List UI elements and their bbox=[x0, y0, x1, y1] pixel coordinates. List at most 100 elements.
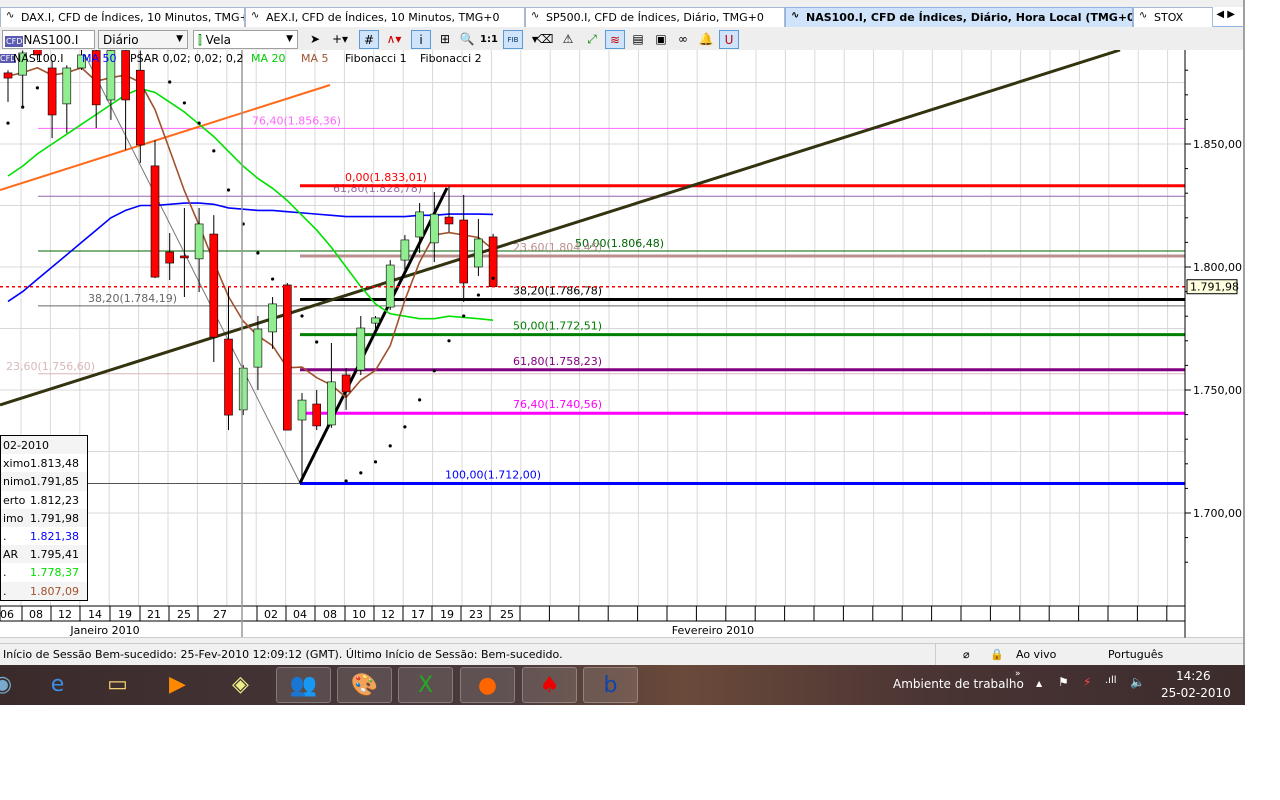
info-value: 1.807,09 bbox=[30, 584, 79, 598]
chart-window-icon[interactable]: ▣ bbox=[651, 30, 671, 49]
y-axis-label: 1.750,00 bbox=[1193, 384, 1242, 397]
template-icon[interactable]: ▤ bbox=[628, 30, 648, 49]
info-icon[interactable]: i bbox=[411, 30, 431, 49]
info-value: 1.812,23 bbox=[30, 493, 79, 507]
info-label: . bbox=[3, 566, 7, 580]
info-value: 1.791,85 bbox=[30, 475, 79, 489]
info-row: nimo 1.791,85 bbox=[1, 472, 87, 491]
zoom-icon[interactable]: 🔍 bbox=[457, 30, 477, 49]
psar-dot bbox=[447, 339, 451, 343]
volume-icon[interactable]: 🔈 bbox=[1130, 675, 1145, 689]
legend-psar[interactable]: PSAR 0,02; 0,02; 0,2 bbox=[130, 52, 243, 65]
fib2-level-label: 38,20(1.784,19) bbox=[88, 292, 177, 305]
legend-ma50[interactable]: MA 50 bbox=[82, 52, 117, 65]
legend-fib1[interactable]: Fibonacci 1 bbox=[345, 52, 407, 65]
candle-body bbox=[62, 67, 72, 105]
candle-body bbox=[282, 284, 292, 431]
candle bbox=[180, 207, 189, 298]
indicator-icon[interactable]: ∧▾ bbox=[384, 30, 404, 49]
system-tray: Ambiente de trabalho » ▲ ⚑ ⚡ .ıll 🔈 14:2… bbox=[0, 665, 1245, 705]
candle-body bbox=[297, 399, 307, 421]
tab-nas100[interactable]: ∿ NAS100.I, CFD de Índices, Diário, Hora … bbox=[785, 7, 1133, 27]
candle bbox=[356, 315, 366, 375]
legend-fib2[interactable]: Fibonacci 2 bbox=[420, 52, 482, 65]
tab-stox[interactable]: ∿ STOX bbox=[1133, 7, 1213, 27]
info-row: ximo 1.813,48 bbox=[1, 454, 87, 472]
fibonacci-button[interactable]: FIB bbox=[503, 30, 523, 49]
fib1-level-label: 61,80(1.758,23) bbox=[513, 355, 602, 368]
chevron-expand-icon[interactable]: » bbox=[1015, 669, 1021, 679]
add-label-icon[interactable]: ⊞ bbox=[435, 30, 455, 49]
scroll-left-icon[interactable]: ◀ bbox=[1216, 9, 1224, 20]
fib1-level-label: 100,00(1.712,00) bbox=[445, 468, 541, 481]
one-to-one-button[interactable]: 1:1 bbox=[479, 30, 499, 49]
candle-body bbox=[224, 338, 233, 416]
ohlc-info-box: 02-2010 ximo 1.813,48 nimo 1.791,85 erto 1.81… bbox=[0, 435, 88, 601]
clock-time[interactable]: 14:26 bbox=[1176, 669, 1211, 683]
action-center-flag-icon[interactable]: ⚑ bbox=[1058, 675, 1069, 689]
info-row: imo 1.791,98 bbox=[1, 508, 87, 527]
alert-bell-icon[interactable]: 🔔 bbox=[696, 30, 716, 49]
x-axis-day-label: 25 bbox=[177, 608, 191, 621]
scroll-right-icon[interactable]: ▶ bbox=[1227, 9, 1235, 20]
show-hidden-icons[interactable]: ▲ bbox=[1036, 679, 1042, 688]
legend-ma5[interactable]: MA 5 bbox=[301, 52, 329, 65]
candle-body bbox=[459, 219, 469, 284]
psar-dot bbox=[197, 121, 201, 125]
x-axis-day-label: 14 bbox=[88, 608, 102, 621]
fib1-level-label: 50,00(1.772,51) bbox=[513, 320, 602, 333]
symbol-input[interactable]: CFDNAS100.I bbox=[2, 30, 95, 49]
candle bbox=[150, 140, 160, 279]
candle-body bbox=[429, 213, 439, 244]
x-axis-day-label: 25 bbox=[500, 608, 514, 621]
tab-sp500[interactable]: ∿ SP500.I, CFD de Índices, Diário, TMG+0 bbox=[525, 7, 785, 27]
grid-icon[interactable]: # bbox=[359, 30, 379, 49]
candle bbox=[282, 282, 292, 431]
candle bbox=[3, 70, 13, 102]
candle-body bbox=[341, 374, 351, 393]
candle-body bbox=[165, 251, 174, 264]
tab-aex[interactable]: ∿ AEX.I, CFD de Índices, 10 Minutos, TMG+… bbox=[245, 7, 525, 27]
trendline-icon[interactable]: ⤢ bbox=[582, 30, 602, 49]
candle bbox=[429, 191, 439, 263]
psar-dot bbox=[476, 293, 480, 297]
candle-body bbox=[371, 317, 380, 324]
fib1-level-label: 76,40(1.740,56) bbox=[513, 398, 602, 411]
fib2-level-label: 23,60(1.756,60) bbox=[6, 360, 95, 373]
magnet-icon[interactable]: U bbox=[719, 30, 739, 49]
windows-taskbar: ◉ e ▭ ▶ ◈ 👥 🎨 X ● ♠ b Ambiente de trabal… bbox=[0, 665, 1245, 705]
tab-dax[interactable]: ∿ DAX.I, CFD de Índices, 10 Minutos, TMG+… bbox=[0, 7, 245, 27]
dropdown-arrow-icon: ▼ bbox=[176, 34, 183, 44]
candle-body bbox=[121, 50, 130, 101]
candle-body bbox=[3, 72, 13, 79]
legend-symbol[interactable]: NAS100.I bbox=[13, 52, 63, 65]
crosshair-icon[interactable]: +▾ bbox=[330, 30, 350, 49]
cursor-icon[interactable]: ➤ bbox=[305, 30, 325, 49]
candle bbox=[209, 215, 219, 362]
period-select[interactable]: Diário ▼ bbox=[98, 30, 188, 49]
x-axis-day-label: 21 bbox=[147, 608, 161, 621]
x-axis-day-label: 02 bbox=[264, 608, 278, 621]
chart-wave-icon: ∿ bbox=[251, 10, 260, 21]
desktop-toolbar[interactable]: Ambiente de trabalho bbox=[893, 677, 1024, 691]
trading-icon[interactable]: ⚠ bbox=[558, 30, 578, 49]
legend-ma20[interactable]: MA 20 bbox=[251, 52, 286, 65]
price-chart-area[interactable]: 76,40(1.856,36) 61,80(1.828,78) 50,00(1.80… bbox=[0, 50, 1243, 638]
magnet-lines-icon[interactable]: ≋ bbox=[605, 30, 625, 49]
candle-body bbox=[47, 67, 57, 116]
clock-date[interactable]: 25-02-2010 bbox=[1161, 686, 1231, 700]
network-signal-icon[interactable]: .ıll bbox=[1105, 675, 1117, 686]
x-axis-day-label: 12 bbox=[381, 608, 395, 621]
link-icon[interactable]: ∞ bbox=[673, 30, 693, 49]
psar-dot bbox=[6, 121, 10, 125]
info-row: . 1.778,37 bbox=[1, 563, 87, 581]
chart-type-select[interactable]: ⫿ Vela ▼ bbox=[193, 30, 298, 49]
y-axis-label: 1.800,00 bbox=[1193, 261, 1242, 274]
info-label: nimo bbox=[3, 475, 31, 489]
psar-dot bbox=[256, 251, 260, 255]
language-status[interactable]: Português bbox=[1108, 648, 1163, 661]
power-icon[interactable]: ⚡ bbox=[1083, 675, 1091, 689]
eraser-icon[interactable]: ⌫ bbox=[535, 30, 555, 49]
candlestick-chart[interactable]: 76,40(1.856,36)61,80(1.828,78)50,00(1.80… bbox=[0, 50, 1243, 638]
psar-dot bbox=[315, 340, 319, 344]
